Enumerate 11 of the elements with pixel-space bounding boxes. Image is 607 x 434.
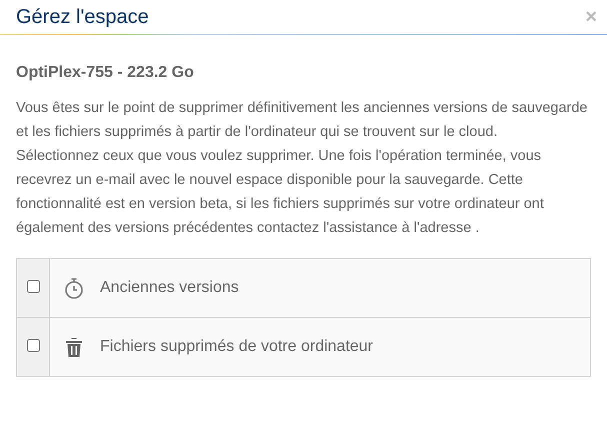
stopwatch-icon <box>64 277 84 299</box>
checkbox[interactable] <box>26 339 40 352</box>
checkbox[interactable] <box>26 280 40 293</box>
description-text: Vous êtes sur le point de supprimer définitivement les anciennes versions de sauvegarde et les fichiers supprimés à partir de l'ordinateur qui se trouvent sur le cloud. <box>16 99 588 142</box>
description-text: Sélectionnez ceux que vous voulez supprimer. Une fois l'opération terminée, vous recevrez un e-mail avec le nouvel espace disponible pour la sauvegarde. Cette fonctionnalité est en version beta, si les fichiers supprimés sur votre ordinateur ont également des versions précédentes contactez l'assistance à l'adresse . <box>16 147 545 238</box>
close-button[interactable]: × <box>583 6 599 28</box>
device-title: OptiPlex-755 - 223.2 Go <box>16 64 195 82</box>
option-label: Fichiers supprimés de votre ordinateur <box>100 338 374 356</box>
dialog-title: Gérez l'espace <box>16 6 149 28</box>
trash-icon <box>64 336 84 358</box>
option-label: Anciennes versions <box>100 279 239 297</box>
